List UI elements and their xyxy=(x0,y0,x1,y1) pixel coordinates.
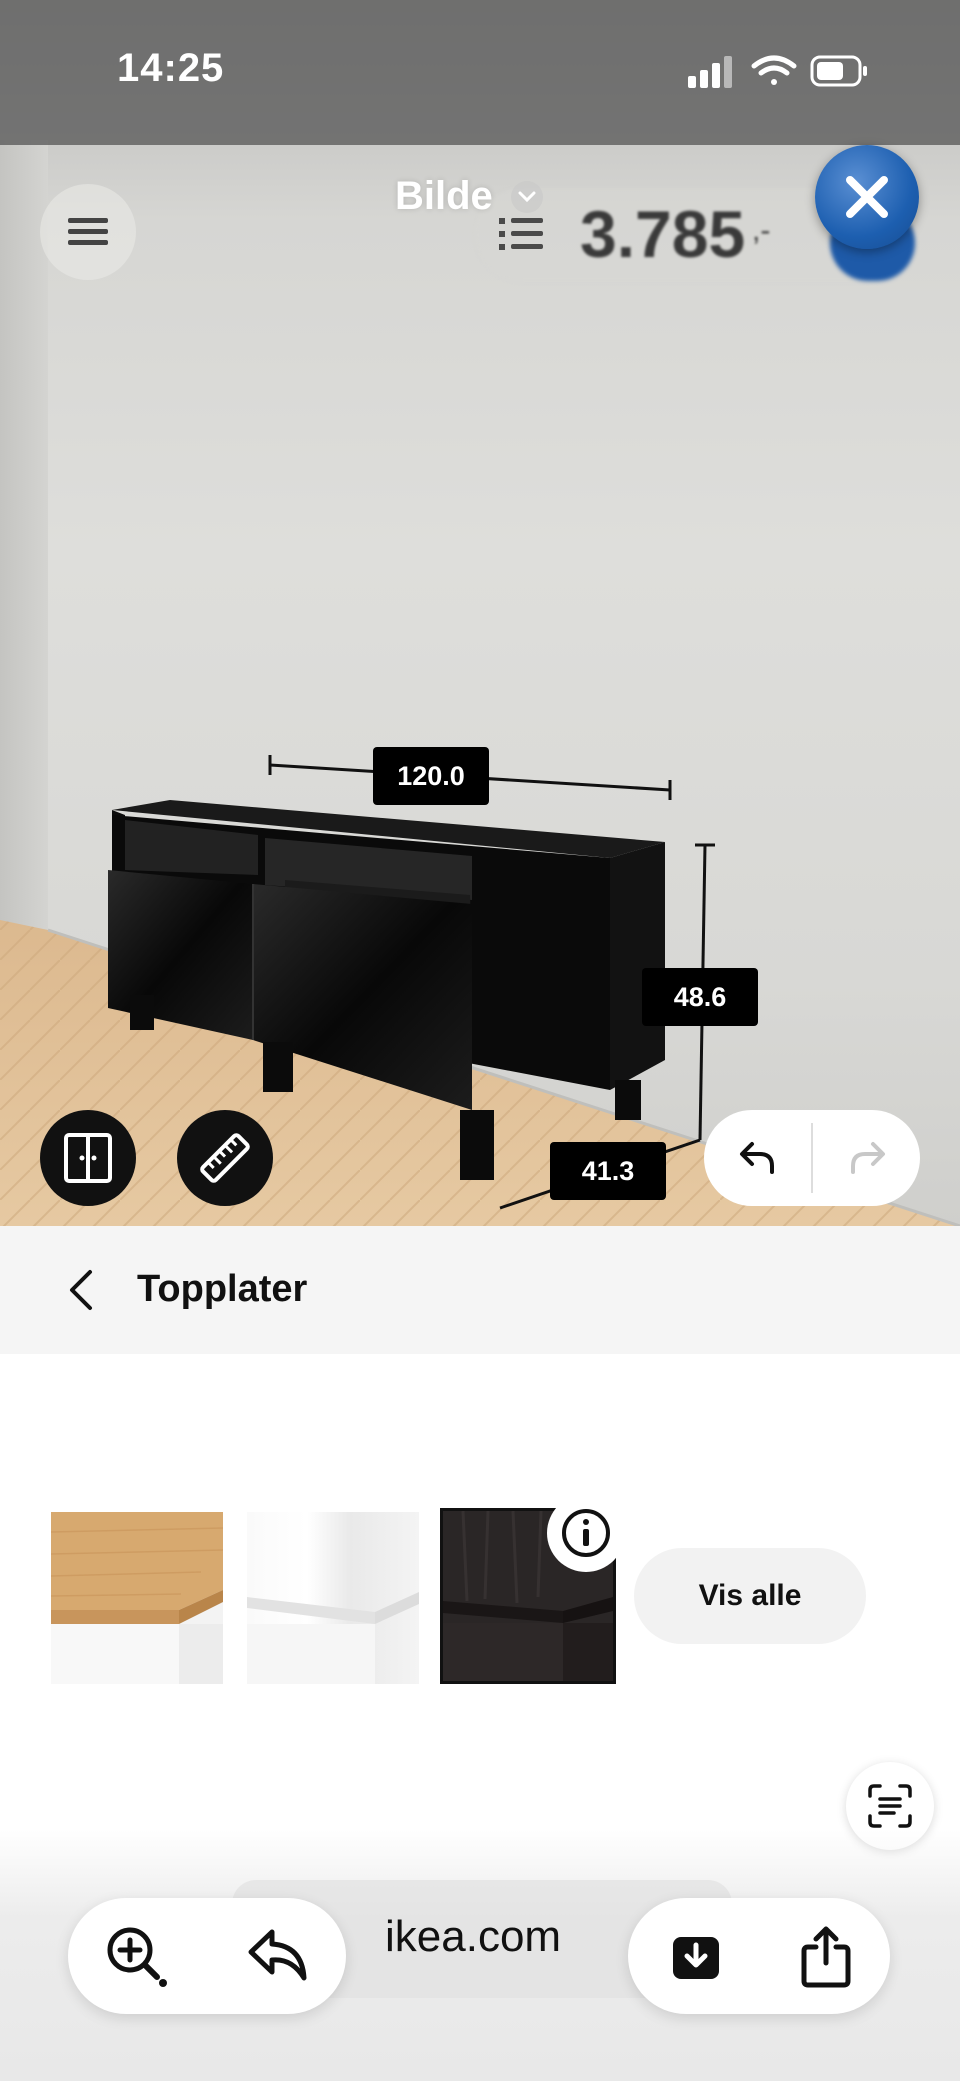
swatch-white[interactable] xyxy=(247,1512,419,1684)
redo-icon xyxy=(850,1142,885,1174)
wifi-icon xyxy=(751,55,797,85)
redo-button[interactable] xyxy=(813,1110,920,1206)
zoom-in-icon xyxy=(107,1927,167,1987)
view-title: Bilde xyxy=(395,174,493,218)
undo-button[interactable] xyxy=(704,1110,811,1206)
download-button[interactable] xyxy=(652,1912,740,2000)
doors-icon xyxy=(64,1133,112,1183)
share-icon xyxy=(801,1926,851,1988)
url-text: ikea.com xyxy=(385,1912,562,1961)
back-button[interactable] xyxy=(44,1254,116,1326)
oak-top-image xyxy=(51,1512,223,1684)
download-icon xyxy=(673,1937,719,1979)
battery-icon xyxy=(810,55,867,87)
info-button[interactable] xyxy=(547,1494,625,1572)
toolbar-right-group xyxy=(628,1898,890,2014)
toolbar-left-group xyxy=(68,1898,346,2014)
list-icon xyxy=(499,218,543,250)
ruler-icon xyxy=(200,1133,250,1183)
chevron-down-icon xyxy=(510,180,543,213)
status-bar: 14:25 xyxy=(0,0,960,145)
undo-redo-control xyxy=(704,1110,920,1206)
panel-header: Topplater xyxy=(0,1226,960,1354)
view-selector[interactable]: Bilde xyxy=(395,174,543,219)
back-navigation-button[interactable] xyxy=(234,1912,322,2000)
scan-text-icon xyxy=(868,1784,912,1828)
reply-arrow-icon xyxy=(248,1929,307,1981)
price-suffix: ,- xyxy=(752,214,771,247)
panel-title: Topplater xyxy=(137,1268,308,1310)
doors-toggle-button[interactable] xyxy=(40,1110,136,1206)
share-button[interactable] xyxy=(782,1912,870,2000)
white-top-image xyxy=(247,1512,419,1684)
depth-label: 41.3 xyxy=(550,1142,666,1200)
close-button[interactable] xyxy=(815,145,919,249)
undo-icon xyxy=(739,1142,774,1174)
status-icons xyxy=(688,55,867,88)
signal-icon xyxy=(688,56,732,88)
ar-viewport[interactable]: 14:25 3.785 ,- Bilde 120.0 48.6 41.3 xyxy=(0,0,960,1226)
clock: 14:25 xyxy=(117,46,225,90)
measure-button[interactable] xyxy=(177,1110,273,1206)
hamburger-icon xyxy=(68,218,108,245)
chevron-left-icon xyxy=(70,1270,92,1310)
close-icon xyxy=(846,176,888,218)
height-label: 48.6 xyxy=(642,968,758,1026)
zoom-button[interactable] xyxy=(92,1912,180,2000)
width-label: 120.0 xyxy=(373,747,489,805)
swatch-oak[interactable] xyxy=(51,1512,223,1684)
total-price: 3.785 xyxy=(580,197,746,271)
menu-button[interactable] xyxy=(40,184,136,280)
info-icon xyxy=(562,1509,610,1557)
show-all-button[interactable]: Vis alle xyxy=(634,1548,866,1644)
